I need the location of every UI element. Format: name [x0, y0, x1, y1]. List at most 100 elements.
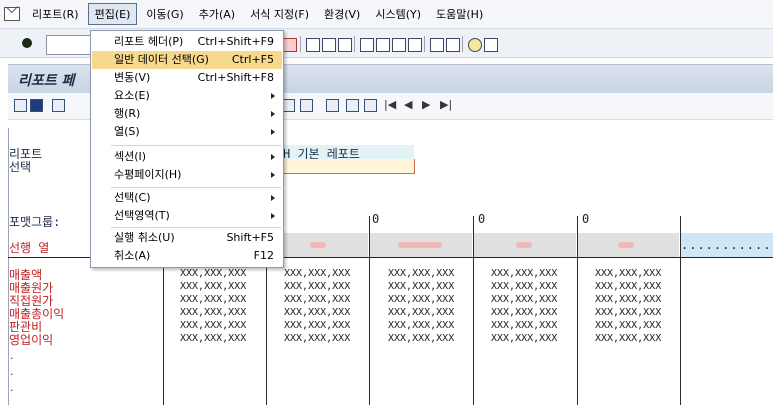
cell-value[interactable]: XXX,XXX,XXX — [388, 307, 454, 318]
menu-item-section[interactable]: 섹션(I) — [92, 148, 282, 166]
cell-value[interactable]: XXX,XXX,XXX — [491, 333, 557, 344]
refresh-icon[interactable] — [326, 99, 339, 112]
selection-column-label: 선행 열 — [9, 241, 50, 255]
format-group-label: 포맷그룹: — [9, 215, 61, 229]
toolbar-separator — [354, 36, 355, 52]
next-column-icon[interactable]: ▶ — [422, 98, 430, 111]
sheet-icon[interactable] — [300, 99, 313, 112]
cell-value[interactable]: XXX,XXX,XXX — [180, 268, 246, 279]
blurred-header-text — [618, 242, 634, 248]
first-column-icon[interactable]: |◀ — [384, 98, 396, 111]
menu-report[interactable]: 리포트(R) — [26, 4, 85, 24]
cell-value[interactable]: XXX,XXX,XXX — [284, 268, 350, 279]
submenu-arrow-icon — [271, 93, 275, 99]
cell-value[interactable]: XXX,XXX,XXX — [595, 320, 661, 331]
filter-icon[interactable] — [364, 99, 377, 112]
cell-value[interactable]: XXX,XXX,XXX — [595, 333, 661, 344]
find-icon[interactable] — [322, 38, 336, 52]
cell-value[interactable]: XXX,XXX,XXX — [180, 307, 246, 318]
submenu-arrow-icon — [271, 172, 275, 178]
column-number: 0 — [478, 212, 486, 226]
selection-label: 선택 — [9, 160, 32, 174]
cell-value[interactable]: XXX,XXX,XXX — [180, 281, 246, 292]
cell-value[interactable]: XXX,XXX,XXX — [284, 333, 350, 344]
export-icon[interactable] — [346, 99, 359, 112]
cell-value[interactable]: XXX,XXX,XXX — [491, 268, 557, 279]
find-next-icon[interactable] — [338, 38, 352, 52]
cell-value[interactable]: XXX,XXX,XXX — [491, 281, 557, 292]
last-page-icon[interactable] — [408, 38, 422, 52]
menu-item-selection-area[interactable]: 선택영역(T) — [92, 207, 282, 225]
menu-item-report-header[interactable]: 리포트 헤더(P) Ctrl+Shift+F9 — [92, 33, 282, 51]
cell-value[interactable]: XXX,XXX,XXX — [491, 320, 557, 331]
cell-value[interactable]: XXX,XXX,XXX — [491, 307, 557, 318]
previous-page-icon[interactable] — [376, 38, 390, 52]
layout-icon[interactable] — [484, 38, 498, 52]
help-icon[interactable] — [468, 38, 482, 52]
menu-goto[interactable]: 이동(G) — [140, 4, 189, 24]
menu-item-horizontal-page[interactable]: 수평페이지(H) — [92, 166, 282, 184]
cell-value[interactable]: XXX,XXX,XXX — [491, 294, 557, 305]
menu-extras[interactable]: 추가(A) — [193, 4, 241, 24]
report-description-field[interactable] — [282, 159, 415, 174]
command-field[interactable] — [46, 35, 94, 55]
print-icon[interactable] — [306, 38, 320, 52]
last-column-icon[interactable]: ▶| — [440, 98, 452, 111]
cell-value[interactable]: XXX,XXX,XXX — [284, 294, 350, 305]
cell-value[interactable]: XXX,XXX,XXX — [180, 320, 246, 331]
blurred-header-text — [516, 242, 532, 248]
cell-value[interactable]: XXX,XXX,XXX — [595, 294, 661, 305]
menu-item-element[interactable]: 요소(E) — [92, 87, 282, 105]
menu-settings[interactable]: 환경(V) — [318, 4, 366, 24]
menu-separator — [111, 145, 281, 146]
cell-value[interactable]: XXX,XXX,XXX — [284, 281, 350, 292]
cell-value[interactable]: XXX,XXX,XXX — [180, 333, 246, 344]
menu-system[interactable]: 시스템(Y) — [369, 4, 427, 24]
enter-icon[interactable] — [22, 38, 32, 48]
menu-item-cancel[interactable]: 취소(A) F12 — [92, 247, 282, 265]
menu-separator — [111, 187, 281, 188]
display-change-icon[interactable] — [14, 99, 27, 112]
menu-format[interactable]: 서식 지정(F) — [244, 4, 315, 24]
cell-value[interactable]: XXX,XXX,XXX — [388, 281, 454, 292]
cancel-icon[interactable] — [283, 38, 297, 52]
toolbar-separator — [300, 36, 301, 52]
cell-value[interactable]: XXX,XXX,XXX — [284, 307, 350, 318]
cell-value[interactable]: XXX,XXX,XXX — [595, 281, 661, 292]
system-menu-icon[interactable] — [4, 7, 20, 21]
menu-separator — [111, 227, 281, 228]
menu-item-general-data-selection[interactable]: 일반 데이터 선택(G) Ctrl+F5 — [92, 51, 282, 69]
submenu-arrow-icon — [271, 129, 275, 135]
row-placeholder: · — [10, 368, 14, 381]
column-number: 0 — [582, 212, 590, 226]
cell-value[interactable]: XXX,XXX,XXX — [284, 320, 350, 331]
toolbar-separator — [424, 36, 425, 52]
info-icon[interactable] — [30, 99, 43, 112]
shortcut-icon[interactable] — [446, 38, 460, 52]
submenu-arrow-icon — [271, 195, 275, 201]
cell-value[interactable]: XXX,XXX,XXX — [180, 294, 246, 305]
cell-value[interactable]: XXX,XXX,XXX — [388, 294, 454, 305]
menu-item-undo[interactable]: 실행 취소(U) Shift+F5 — [92, 229, 282, 247]
row-label[interactable]: 영업이익 — [9, 331, 53, 348]
new-session-icon[interactable] — [430, 38, 444, 52]
menu-edit[interactable]: 편집(E) — [87, 3, 138, 25]
menu-item-variation[interactable]: 변동(V) Ctrl+Shift+F8 — [92, 69, 282, 87]
submenu-arrow-icon — [271, 213, 275, 219]
menu-help[interactable]: 도움말(H) — [430, 4, 489, 24]
menu-item-row[interactable]: 행(R) — [92, 105, 282, 123]
next-page-icon[interactable] — [392, 38, 406, 52]
cell-value[interactable]: XXX,XXX,XXX — [388, 333, 454, 344]
first-page-icon[interactable] — [360, 38, 374, 52]
cell-value[interactable]: XXX,XXX,XXX — [595, 307, 661, 318]
header-dots[interactable]: ........... — [681, 233, 773, 257]
menu-bar: 리포트(R) 편집(E) 이동(G) 추가(A) 서식 지정(F) 환경(V) … — [0, 0, 773, 29]
menu-item-select[interactable]: 선택(C) — [92, 189, 282, 207]
previous-column-icon[interactable]: ◀ — [404, 98, 412, 111]
menu-item-column[interactable]: 열(S) — [92, 123, 282, 141]
cell-value[interactable]: XXX,XXX,XXX — [595, 268, 661, 279]
cell-value[interactable]: XXX,XXX,XXX — [388, 268, 454, 279]
blurred-header-text — [310, 242, 326, 248]
print-preview-icon[interactable] — [52, 99, 65, 112]
cell-value[interactable]: XXX,XXX,XXX — [388, 320, 454, 331]
